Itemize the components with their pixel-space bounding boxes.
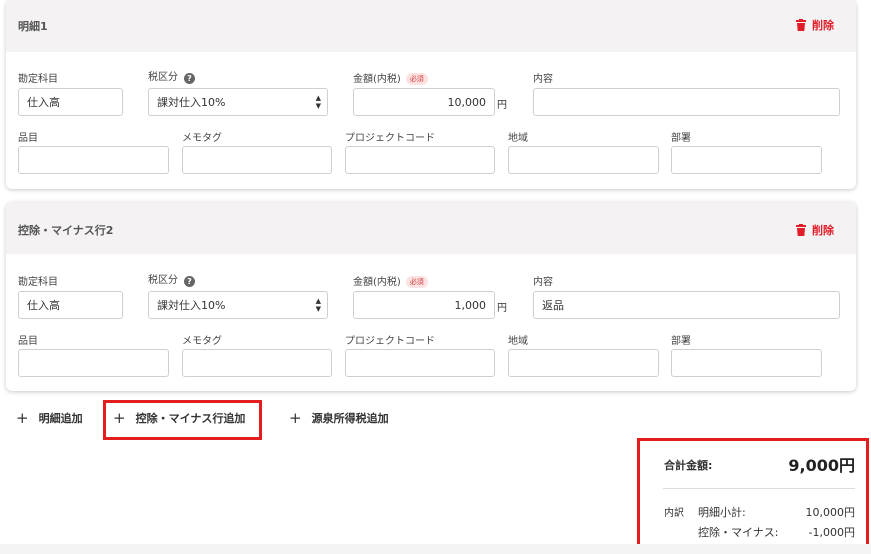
- detail-card-1: 明細1 削除 勘定科目 税区分? 金額(内税) 必須 内容 仕入高 課対仕入10%…: [6, 0, 856, 189]
- summary-divider: [663, 488, 855, 489]
- help-circle-icon[interactable]: ?: [184, 73, 195, 84]
- card-header: 控除・マイナス行2 削除: [6, 202, 856, 254]
- delete-button[interactable]: 削除: [796, 222, 834, 238]
- plus-icon: +: [16, 409, 29, 427]
- item-input[interactable]: [18, 146, 169, 174]
- deduction-label: 控除・マイナス:: [698, 526, 779, 539]
- amount-label: 金額(内税) 必須: [353, 70, 428, 85]
- caret-updown-icon: ▲ ▼: [315, 297, 321, 313]
- account-label: 勘定科目: [18, 74, 58, 85]
- delete-button[interactable]: 削除: [796, 17, 834, 33]
- dept-input[interactable]: [671, 349, 822, 377]
- project-input[interactable]: [345, 349, 495, 377]
- deduction-value: -1,000円: [808, 526, 855, 539]
- tax-label: 税区分?: [148, 68, 195, 84]
- region-label: 地域: [508, 133, 528, 144]
- tax-label: 税区分?: [148, 271, 195, 287]
- caret-updown-icon: ▲ ▼: [315, 94, 321, 110]
- account-input[interactable]: 仕入高: [18, 291, 123, 319]
- delete-label: 削除: [812, 224, 834, 237]
- region-label: 地域: [508, 336, 528, 347]
- item-label: 品目: [18, 336, 38, 347]
- required-badge: 必須: [405, 276, 428, 288]
- memo-input[interactable]: [182, 349, 332, 377]
- trash-icon: [796, 19, 806, 31]
- yen-unit: 円: [497, 100, 507, 111]
- item-label: 品目: [18, 133, 38, 144]
- trash-icon: [796, 224, 806, 236]
- memo-label: メモタグ: [182, 133, 222, 144]
- memo-input[interactable]: [182, 146, 332, 174]
- dept-label: 部署: [671, 336, 691, 347]
- card-title: 明細1: [18, 20, 48, 33]
- project-label: プロジェクトコード: [345, 336, 435, 347]
- account-label: 勘定科目: [18, 277, 58, 288]
- card-header: 明細1 削除: [6, 0, 856, 52]
- plus-icon: +: [289, 409, 302, 427]
- required-badge: 必須: [405, 73, 428, 85]
- region-input[interactable]: [508, 146, 659, 174]
- memo-label: メモタグ: [182, 336, 222, 347]
- total-label: 合計金額:: [664, 459, 713, 472]
- subtotal-label: 明細小計:: [698, 506, 746, 519]
- total-value: 9,000円: [788, 456, 855, 475]
- add-deduction-button[interactable]: + 控除・マイナス行追加: [113, 409, 245, 427]
- dept-label: 部署: [671, 133, 691, 144]
- deduction-card-2: 控除・マイナス行2 削除 勘定科目 税区分? 金額(内税) 必須 内容 仕入高 課…: [6, 202, 856, 391]
- content-label: 内容: [533, 74, 553, 85]
- account-input[interactable]: 仕入高: [18, 88, 123, 116]
- subtotal-value: 10,000円: [805, 506, 856, 519]
- help-circle-icon[interactable]: ?: [184, 276, 195, 287]
- region-input[interactable]: [508, 349, 659, 377]
- amount-input[interactable]: 10,000: [353, 88, 495, 116]
- content-input[interactable]: [533, 88, 840, 116]
- delete-label: 削除: [812, 19, 834, 32]
- project-label: プロジェクトコード: [345, 133, 435, 144]
- yen-unit: 円: [497, 303, 507, 314]
- item-input[interactable]: [18, 349, 169, 377]
- tax-select[interactable]: 課対仕入10% ▲ ▼: [148, 88, 328, 116]
- dept-input[interactable]: [671, 146, 822, 174]
- tax-select[interactable]: 課対仕入10% ▲ ▼: [148, 291, 328, 319]
- content-label: 内容: [533, 277, 553, 288]
- project-input[interactable]: [345, 146, 495, 174]
- amount-input[interactable]: 1,000: [353, 291, 495, 319]
- page-bottom-band: [0, 544, 871, 554]
- add-withholding-button[interactable]: + 源泉所得税追加: [289, 409, 389, 427]
- add-detail-button[interactable]: + 明細追加: [16, 409, 83, 427]
- plus-icon: +: [113, 409, 126, 427]
- content-input[interactable]: 返品: [533, 291, 840, 319]
- amount-label: 金額(内税) 必須: [353, 273, 428, 288]
- breakdown-label: 内訳: [664, 508, 684, 519]
- card-title: 控除・マイナス行2: [18, 224, 114, 237]
